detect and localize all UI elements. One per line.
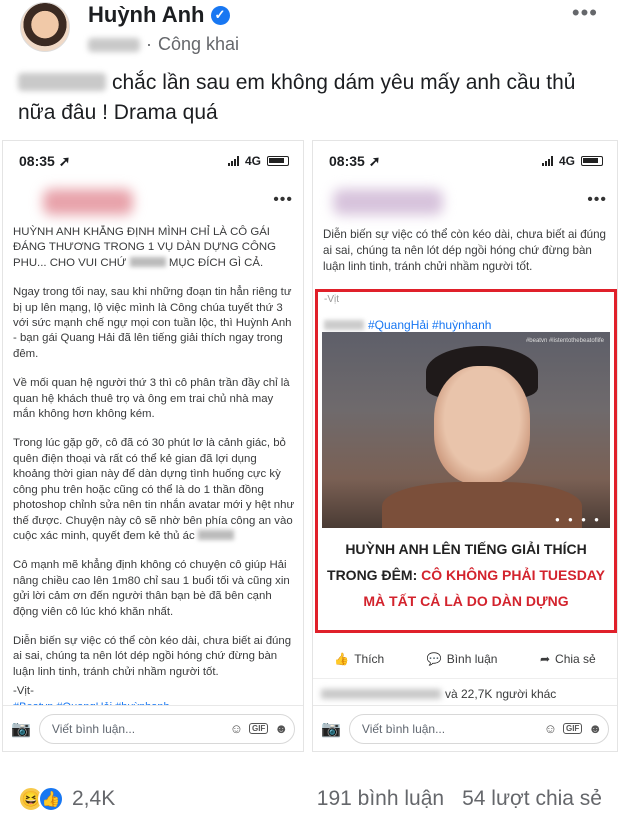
reaction-count: 2,4K (72, 787, 116, 810)
page-row: ••• (313, 181, 617, 225)
blurred-names (321, 689, 441, 699)
comment-input[interactable]: Viết bình luận... ☺ GIF ☻ (348, 713, 609, 744)
blurred-word (129, 256, 166, 267)
blurred-page-name (333, 189, 443, 215)
emoji-icon[interactable]: ☻ (274, 721, 288, 736)
signal-icon (227, 156, 239, 166)
article-paragraph: Diễn biến sự việc có thể còn kéo dài, ch… (13, 634, 292, 678)
photo-brand: #beatvn #listentothebeatoflife (525, 338, 604, 344)
highlighted-shared-post[interactable]: -Vịt #QuangHải #huỳnhanh #beatvn #listen… (315, 289, 617, 633)
blurred-word (197, 529, 234, 540)
share-button[interactable]: ➦ Chia sẻ (540, 652, 596, 666)
reactions-text: và 22,7K người khác (445, 687, 557, 701)
article-paragraph: Về mối quan hệ người thứ 3 thì cô phân t… (13, 377, 290, 421)
comment-count[interactable]: 191 bình luận (317, 787, 444, 811)
photo-jacket (382, 482, 582, 528)
article-paragraph: Ngay trong tối nay, sau khi những đoạn t… (13, 286, 292, 360)
headline-line-2a: TRONG ĐÊM: (327, 567, 422, 583)
status-time: 08:35 ➚ (19, 152, 71, 169)
blurred-mention (18, 73, 106, 91)
verified-icon: ✓ (210, 5, 230, 25)
like-icon: 👍 (334, 651, 350, 666)
comment-placeholder: Viết bình luận... (361, 721, 446, 736)
post-photo[interactable]: #beatvn #listentothebeatoflife ● ● ● ● (322, 332, 610, 528)
comment-input[interactable]: Viết bình luận... ☺ GIF ☻ (38, 713, 295, 744)
hashtags[interactable]: #QuangHải #huỳnhanh (368, 318, 491, 332)
headline-line-2b: CÔ KHÔNG PHẢI TUESDAY (421, 567, 605, 583)
signal-icon (541, 156, 553, 166)
network-label: 4G (558, 154, 575, 168)
post-actions: 👍 Thích 💬 Bình luận ➦ Chia sẻ (313, 639, 617, 679)
avatar[interactable] (20, 2, 70, 52)
network-label: 4G (244, 154, 261, 168)
article-paragraph: Trong lúc gặp gỡ, cô đã có 30 phút lơ là… (13, 437, 295, 542)
post-caption: chắc lần sau em không dám yêu mấy anh cầ… (18, 68, 608, 128)
comment-bar: 📷 Viết bình luận... ☺ GIF ☻ (313, 705, 617, 751)
post-signature: -Vịt (324, 294, 339, 305)
post-footer: 😆 👍 2,4K 191 bình luận 54 lượt chia sẻ (0, 770, 620, 828)
post-meta: · Công khai (88, 34, 239, 55)
status-time: 08:35 ➚ (329, 152, 381, 169)
author-name[interactable]: Huỳnh Anh (88, 2, 205, 28)
status-bar: 08:35 ➚ 4G (313, 141, 617, 181)
gif-icon[interactable]: GIF (248, 723, 269, 734)
reactions-summary[interactable]: và 22,7K người khác (313, 681, 617, 707)
article-paragraph: HUỲNH ANH KHẲNG ĐỊNH MÌNH CHỈ LÀ CÔ GÁI … (13, 226, 276, 269)
more-options-icon[interactable]: ••• (572, 0, 598, 26)
battery-icon (267, 156, 289, 166)
social-icons: ● ● ● ● (555, 515, 602, 524)
left-screenshot: 08:35 ➚ 4G ••• HUỲNH ANH KHẲNG ĐỊNH MÌNH… (2, 140, 304, 752)
headline-line-3: MÀ TẤT CẢ LÀ DO DÀN DỰNG (363, 593, 569, 609)
meta-separator: · (146, 34, 152, 54)
reactions[interactable]: 😆 👍 2,4K (18, 786, 115, 812)
battery-icon (581, 156, 603, 166)
article-text: Diễn biến sự việc có thể còn kéo dài, ch… (323, 228, 606, 273)
camera-icon[interactable]: 📷 (11, 719, 31, 739)
right-screenshot: 08:35 ➚ 4G ••• Diễn biến sự việc có thể … (312, 140, 618, 752)
like-button[interactable]: 👍 Thích (334, 652, 384, 666)
share-count[interactable]: 54 lượt chia sẻ (462, 787, 602, 811)
more-options-icon[interactable]: ••• (587, 191, 607, 209)
sticker-icon[interactable]: ☺ (544, 721, 557, 736)
share-icon: ➦ (539, 651, 551, 666)
emoji-icon[interactable]: ☻ (588, 721, 602, 736)
privacy-label[interactable]: Công khai (158, 34, 239, 55)
comment-button[interactable]: 💬 Bình luận (427, 652, 498, 666)
photo-face (434, 366, 530, 484)
blurred-page-name (43, 189, 133, 215)
headline-line-1: HUỲNH ANH LÊN TIẾNG GIẢI THÍCH (345, 541, 587, 557)
status-bar: 08:35 ➚ 4G (3, 141, 303, 181)
page-row: ••• (3, 181, 303, 225)
author-name-row[interactable]: Huỳnh Anh ✓ (88, 2, 230, 28)
gif-icon[interactable]: GIF (562, 723, 583, 734)
article-signature: -Vịt- (13, 685, 34, 698)
camera-icon[interactable]: 📷 (321, 719, 341, 739)
comment-placeholder: Viết bình luận... (51, 721, 136, 736)
article-text: HUỲNH ANH KHẲNG ĐỊNH MÌNH CHỈ LÀ CÔ GÁI … (3, 225, 303, 715)
blurred-word (324, 320, 364, 330)
more-options-icon[interactable]: ••• (273, 191, 293, 209)
photo-headline: HUỲNH ANH LÊN TIẾNG GIẢI THÍCH TRONG ĐÊM… (322, 530, 610, 628)
post-header: Huỳnh Anh ✓ · Công khai ••• (0, 0, 620, 60)
like-reaction-icon: 👍 (38, 786, 64, 812)
comment-bar: 📷 Viết bình luận... ☺ GIF ☻ (3, 705, 303, 751)
article-paragraph: Cô mạnh mẽ khẳng định không có chuyện cô… (13, 559, 290, 618)
comment-icon: 💬 (426, 651, 442, 666)
blurred-time (88, 37, 140, 52)
sticker-icon[interactable]: ☺ (230, 721, 243, 736)
